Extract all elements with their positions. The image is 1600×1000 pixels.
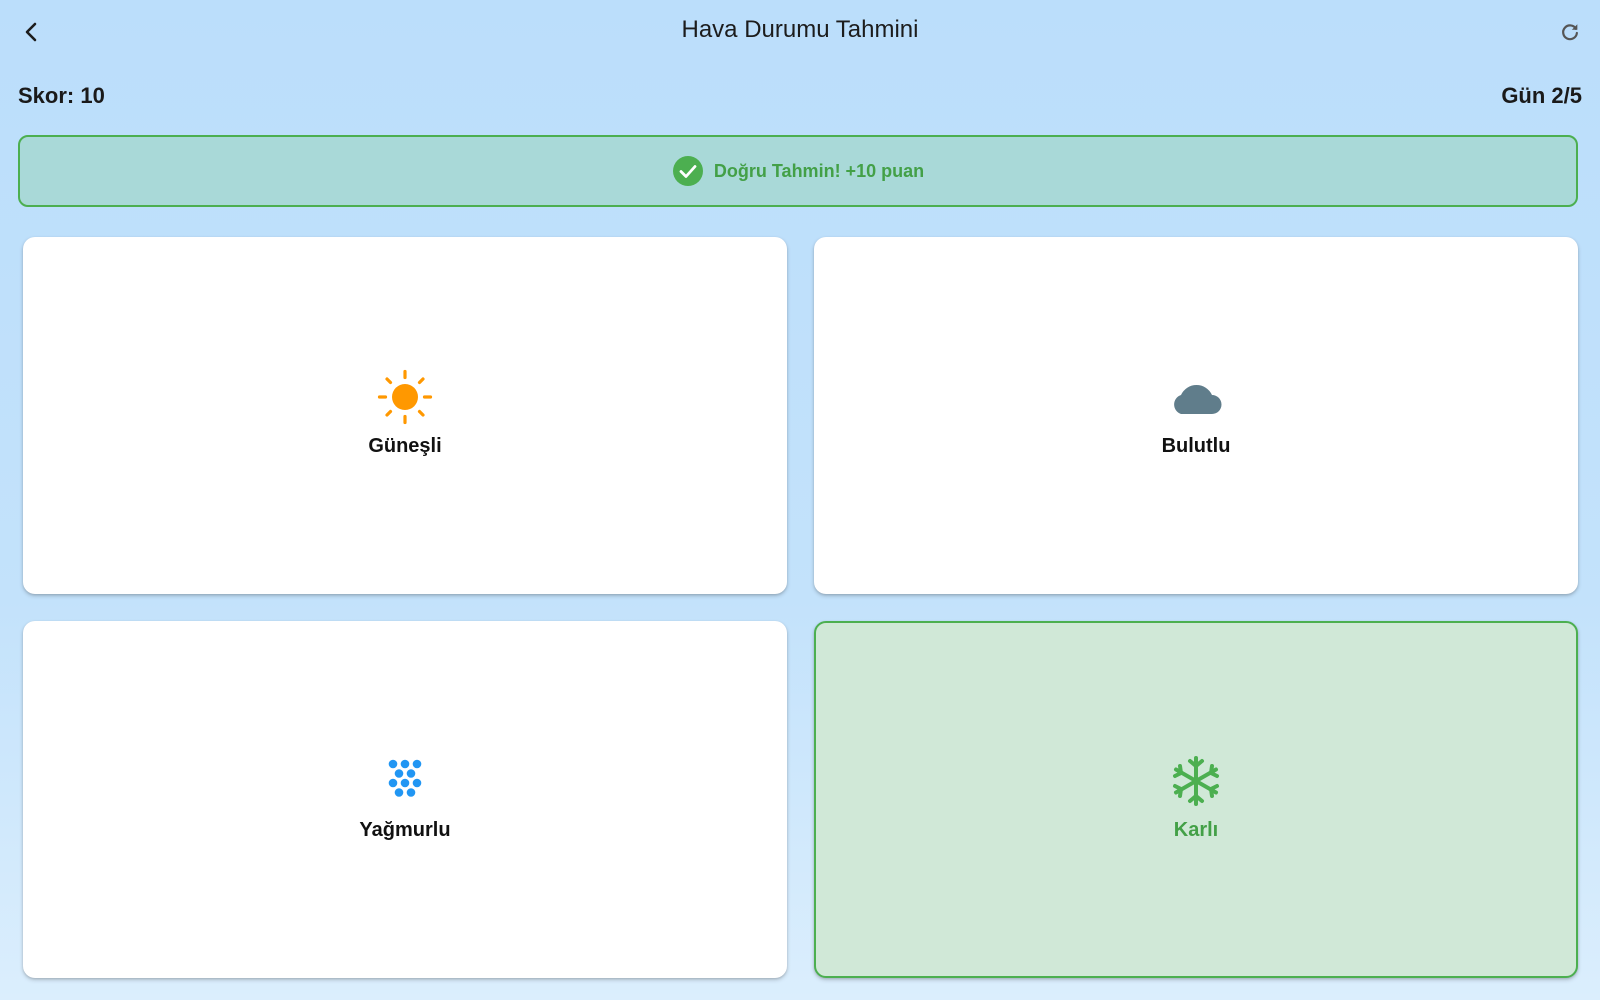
option-label: Bulutlu <box>1161 435 1231 457</box>
check-circle-icon <box>672 155 704 187</box>
score-label: Skor: 10 <box>18 83 105 108</box>
option-label: Güneşli <box>368 435 442 457</box>
sun-icon <box>377 369 433 425</box>
option-label: Karlı <box>1173 819 1219 841</box>
option-card-sunny[interactable]: Güneşli <box>23 237 787 594</box>
snowflake-icon <box>1168 753 1224 809</box>
option-card-snowy[interactable]: Karlı <box>814 621 1578 978</box>
feedback-message: Doğru Tahmin! +10 puan <box>713 160 925 181</box>
feedback-banner: Doğru Tahmin! +10 puan <box>18 135 1578 207</box>
cloud-icon <box>1168 369 1224 425</box>
option-label: Yağmurlu <box>359 819 451 841</box>
option-card-rainy[interactable]: Yağmurlu <box>23 621 787 978</box>
refresh-button[interactable] <box>1554 16 1586 48</box>
rain-icon <box>377 753 433 809</box>
option-card-cloudy[interactable]: Bulutlu <box>814 237 1578 594</box>
day-counter: Gün 2/5 <box>1501 83 1582 108</box>
app-bar: Hava Durumu Tahmini <box>0 0 1600 64</box>
refresh-icon <box>1562 24 1578 41</box>
page-title: Hava Durumu Tahmini <box>681 16 919 43</box>
